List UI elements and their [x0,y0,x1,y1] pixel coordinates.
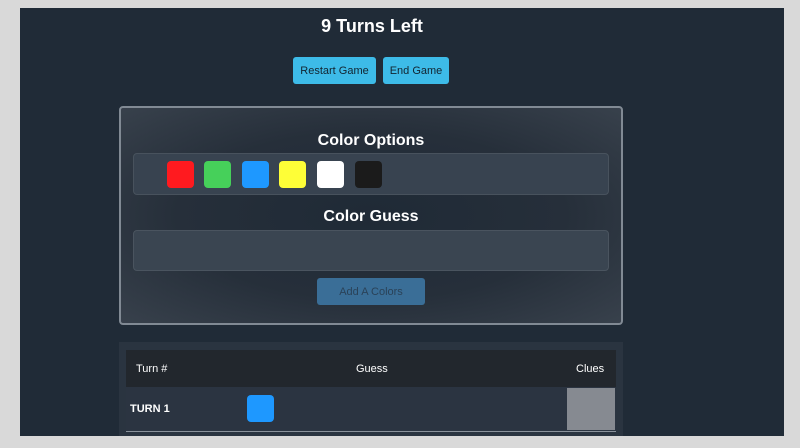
color-options-row [133,153,609,195]
color-options-heading: Color Options [317,132,425,149]
turn-column-header: Turn # [136,363,168,375]
color-option-red[interactable] [167,161,194,188]
clues-box [567,388,615,430]
end-game-button[interactable]: End Game [383,57,449,84]
color-option-black[interactable] [355,161,382,188]
guess-peg [247,395,274,422]
turn-label: TURN 1 [130,403,170,415]
turns-left-title: 9 Turns Left [321,16,423,36]
game-app: 9 Turns Left Restart Game End Game Color… [20,8,784,436]
turn-row: TURN 1 [126,387,616,432]
color-picker-panel: Color Options Color Guess Add A Colors [119,106,623,325]
color-option-white[interactable] [317,161,344,188]
game-controls: Restart Game End Game [293,57,449,84]
guess-history-board: Turn # Guess Clues TURN 1 [119,342,623,436]
color-guess-heading: Color Guess [323,208,419,225]
add-colors-button[interactable]: Add A Colors [317,278,425,305]
color-option-blue[interactable] [242,161,269,188]
color-option-green[interactable] [204,161,231,188]
color-guess-slot-row[interactable] [133,230,609,271]
guess-column-header: Guess [356,363,388,375]
board-header: Turn # Guess Clues [126,350,616,387]
restart-game-button[interactable]: Restart Game [293,57,376,84]
color-option-yellow[interactable] [279,161,306,188]
clues-column-header: Clues [576,363,605,375]
